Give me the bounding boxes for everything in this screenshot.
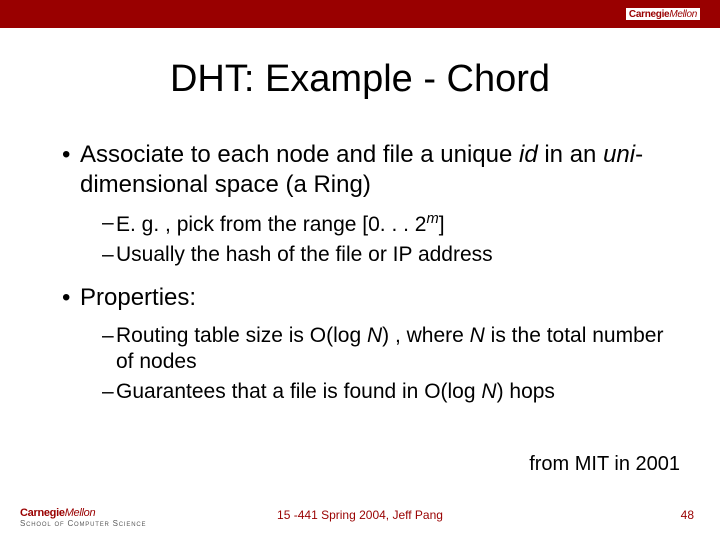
b2s2-N: N [481, 380, 496, 403]
bullet-2: Properties: [62, 283, 670, 313]
b2s1-N2: N [470, 324, 485, 347]
bullet-2-sublist: Routing table size is O(log N) , where N… [62, 323, 670, 406]
bullet-1-uni: uni [603, 141, 635, 168]
bullet-1-sub-1: E. g. , pick from the range [0. . . 2m] [102, 210, 670, 238]
b2s1-mid: ) , where [382, 324, 470, 347]
slide: CarnegieMellon DHT: Example - Chord Asso… [0, 0, 720, 540]
slide-title: DHT: Example - Chord [0, 58, 720, 101]
bullet-2-sub-1: Routing table size is O(log N) , where N… [102, 323, 670, 376]
slide-number: 48 [681, 508, 694, 522]
bullet-1-sublist: E. g. , pick from the range [0. . . 2m] … [62, 210, 670, 269]
b1s1-post: ] [439, 213, 445, 236]
bullet-1-text-pre: Associate to each node and file a unique [80, 141, 519, 168]
header-logo: CarnegieMellon [626, 4, 700, 24]
attribution-text: from MIT in 2001 [529, 453, 680, 476]
bullet-1: Associate to each node and file a unique… [62, 140, 670, 200]
bullet-1-id: id [519, 141, 538, 168]
header-bar [0, 0, 720, 28]
bullet-1-sub-2: Usually the hash of the file or IP addre… [102, 242, 670, 268]
header-wordmark-main: Carnegie [629, 9, 669, 20]
b2s1-N1: N [367, 324, 382, 347]
b2s2-post: ) hops [497, 380, 555, 403]
header-wordmark-sub: Mellon [669, 9, 697, 20]
b1s1-pre: E. g. , pick from the range [0. . . 2 [116, 213, 426, 236]
footer-center-text: 15 -441 Spring 2004, Jeff Pang [0, 508, 720, 522]
bullet-2-sub-2: Guarantees that a file is found in O(log… [102, 379, 670, 405]
b2s1-pre: Routing table size is O(log [116, 324, 367, 347]
bullet-1-text-mid: in an [538, 141, 603, 168]
b1s1-exp: m [426, 211, 438, 227]
slide-body: Associate to each node and file a unique… [62, 140, 670, 419]
b2s2-pre: Guarantees that a file is found in O(log [116, 380, 481, 403]
